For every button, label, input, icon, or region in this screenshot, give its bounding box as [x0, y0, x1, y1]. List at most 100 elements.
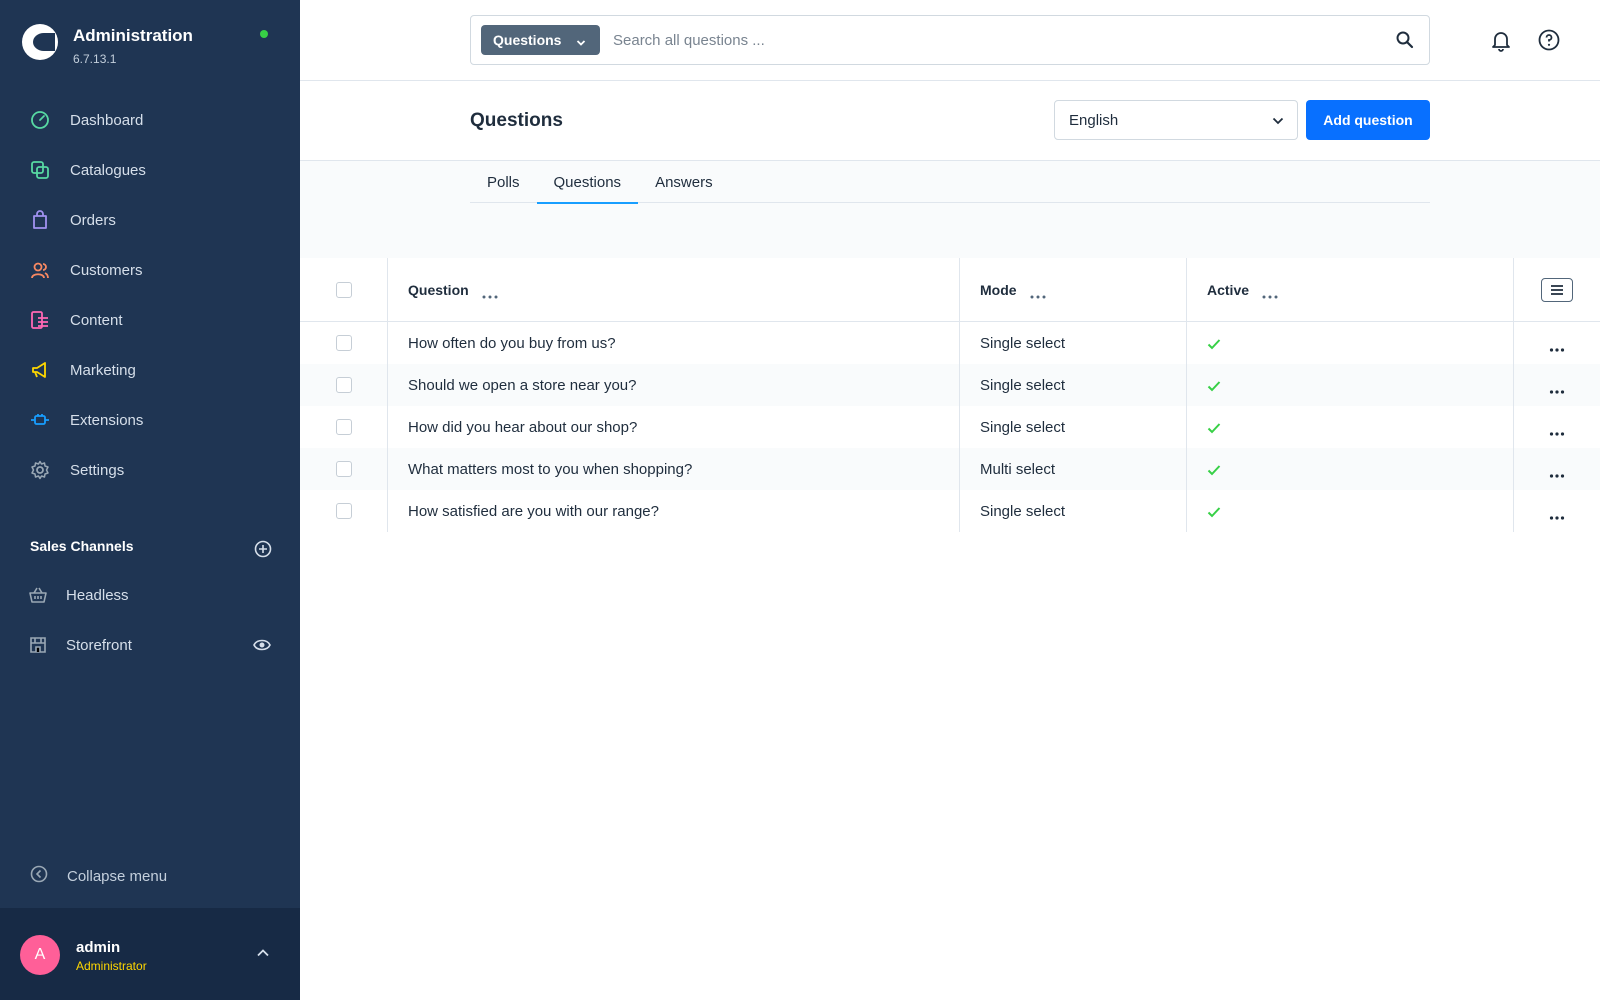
avatar: A: [20, 935, 60, 975]
sales-channel-storefront[interactable]: Storefront: [0, 620, 300, 670]
active-cell: [1187, 364, 1514, 406]
question-cell: How did you hear about our shop?: [388, 406, 960, 448]
list-icon: [1551, 284, 1563, 295]
language-value: English: [1069, 111, 1119, 129]
add-question-button[interactable]: Add question: [1306, 100, 1430, 140]
extensions-icon: [30, 410, 50, 430]
row-checkbox[interactable]: [335, 503, 352, 519]
nav-item-marketing[interactable]: Marketing: [0, 345, 300, 395]
more-actions-icon[interactable]: [1549, 424, 1565, 436]
row-actions-cell: [1514, 448, 1600, 490]
nav-item-orders[interactable]: Orders: [0, 195, 300, 245]
mode-text: Single select: [980, 334, 1066, 352]
table-row[interactable]: How satisfied are you with our range? Si…: [300, 490, 1600, 532]
more-actions-icon[interactable]: [1549, 382, 1565, 394]
help-icon[interactable]: [1537, 28, 1561, 52]
tab-answers[interactable]: Answers: [638, 161, 730, 203]
table-row[interactable]: How did you hear about our shop? Single …: [300, 406, 1600, 448]
question-text[interactable]: How often do you buy from us?: [408, 335, 616, 352]
search-icon[interactable]: [1395, 30, 1415, 50]
nav-item-extensions[interactable]: Extensions: [0, 395, 300, 445]
question-cell: What matters most to you when shopping?: [388, 448, 960, 490]
row-checkbox[interactable]: [335, 377, 352, 393]
column-header-question[interactable]: Question: [388, 258, 960, 321]
store-icon: [29, 636, 47, 654]
collapse-menu-button[interactable]: Collapse menu: [30, 865, 168, 886]
global-search: Questions: [470, 15, 1430, 65]
check-icon: [1207, 505, 1221, 518]
question-text[interactable]: What matters most to you when shopping?: [408, 461, 692, 478]
row-checkbox[interactable]: [335, 461, 352, 477]
row-checkbox[interactable]: [335, 335, 352, 351]
marketing-icon: [30, 360, 50, 380]
add-sales-channel-icon[interactable]: [254, 540, 272, 558]
row-select-cell: [300, 322, 388, 364]
tab-questions[interactable]: Questions: [536, 161, 639, 204]
user-panel[interactable]: A admin Administrator: [0, 908, 300, 1000]
customers-icon: [30, 260, 50, 280]
grid-header: Question Mode Active: [300, 258, 1600, 322]
nav-label: Marketing: [70, 361, 136, 379]
mode-cell: Single select: [960, 322, 1187, 364]
mode-text: Single select: [980, 376, 1066, 394]
row-checkbox[interactable]: [335, 419, 352, 435]
check-icon: [1207, 337, 1221, 350]
search-input[interactable]: [613, 26, 1363, 54]
row-select-cell: [300, 364, 388, 406]
nav-label: Extensions: [70, 411, 144, 429]
check-icon: [1207, 463, 1221, 476]
shopware-logo-icon[interactable]: [22, 24, 58, 60]
nav-label: Settings: [70, 461, 125, 479]
more-actions-icon[interactable]: [1549, 466, 1565, 478]
sales-channel-headless[interactable]: Headless: [0, 570, 300, 620]
mode-cell: Single select: [960, 364, 1187, 406]
column-header-mode[interactable]: Mode: [960, 258, 1187, 321]
smart-bar: Questions English Add question: [300, 81, 1600, 161]
nav-item-settings[interactable]: Settings: [0, 445, 300, 495]
row-actions-cell: [1514, 322, 1600, 364]
grid-settings-cell: [1514, 258, 1600, 321]
nav-item-catalogues[interactable]: Catalogues: [0, 145, 300, 195]
nav-label: Orders: [70, 211, 116, 229]
column-menu-icon[interactable]: [1261, 287, 1279, 298]
eye-icon[interactable]: [253, 636, 271, 654]
nav-label: Customers: [70, 261, 143, 279]
column-menu-icon[interactable]: [481, 287, 499, 298]
table-row[interactable]: What matters most to you when shopping? …: [300, 448, 1600, 490]
language-select[interactable]: English: [1054, 100, 1298, 140]
tab-polls[interactable]: Polls: [470, 161, 537, 203]
sales-channels-header: Sales Channels: [30, 538, 272, 560]
settings-icon: [30, 460, 50, 480]
nav-item-customers[interactable]: Customers: [0, 245, 300, 295]
table-row[interactable]: Should we open a store near you? Single …: [300, 364, 1600, 406]
collapse-menu-label: Collapse menu: [67, 867, 168, 885]
bell-icon[interactable]: [1489, 28, 1513, 52]
check-icon: [1207, 379, 1221, 392]
row-select-cell: [300, 406, 388, 448]
question-text[interactable]: How satisfied are you with our range?: [408, 503, 659, 520]
question-text[interactable]: How did you hear about our shop?: [408, 419, 637, 436]
sales-channels-title: Sales Channels: [30, 538, 134, 554]
sidebar: Administration 6.7.13.1 Dashboard Catalo…: [0, 0, 300, 1000]
catalogue-icon: [30, 160, 50, 180]
column-menu-icon[interactable]: [1029, 287, 1047, 298]
more-actions-icon[interactable]: [1549, 508, 1565, 520]
brand-version: 6.7.13.1: [73, 52, 117, 66]
nav-item-dashboard[interactable]: Dashboard: [0, 95, 300, 145]
row-select-cell: [300, 490, 388, 532]
column-header-active[interactable]: Active: [1187, 258, 1514, 321]
online-status-dot: [260, 30, 268, 38]
table-row[interactable]: How often do you buy from us? Single sel…: [300, 322, 1600, 364]
sales-channel-list: Headless Storefront: [0, 570, 300, 670]
question-text[interactable]: Should we open a store near you?: [408, 377, 637, 394]
chevron-up-icon[interactable]: [256, 946, 270, 960]
active-cell: [1187, 490, 1514, 532]
search-type-select[interactable]: Questions: [481, 25, 600, 55]
nav-item-content[interactable]: Content: [0, 295, 300, 345]
more-actions-icon[interactable]: [1549, 340, 1565, 352]
question-cell: How satisfied are you with our range?: [388, 490, 960, 532]
select-all-checkbox[interactable]: [335, 281, 352, 298]
active-cell: [1187, 448, 1514, 490]
grid-settings-button[interactable]: [1541, 277, 1573, 302]
active-cell: [1187, 406, 1514, 448]
